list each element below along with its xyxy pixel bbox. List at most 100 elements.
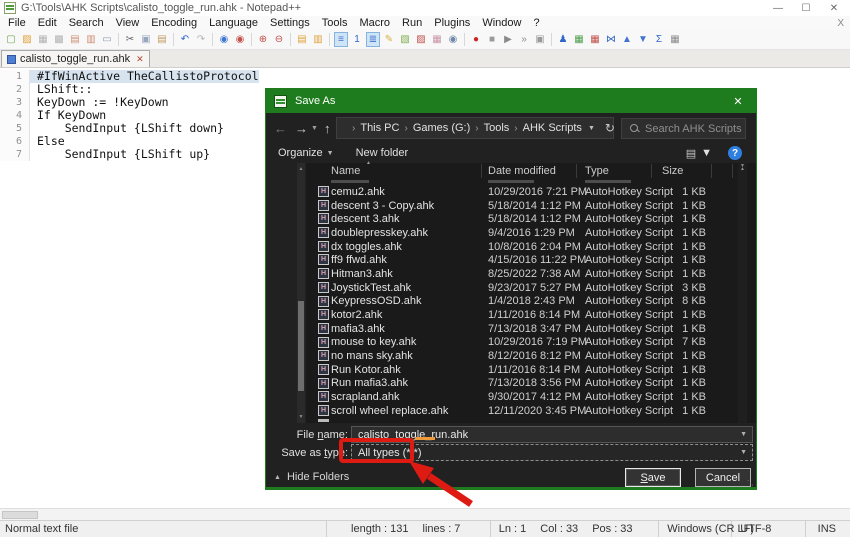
menu-item[interactable]: Language	[203, 17, 264, 29]
macro-record-icon[interactable]: ●	[469, 32, 483, 47]
word-wrap-icon[interactable]: ≡	[334, 32, 348, 47]
address-dropdown-icon[interactable]: ▼	[582, 125, 601, 132]
status-encoding[interactable]: UTF-8	[732, 521, 805, 537]
separator[interactable]	[329, 33, 330, 46]
zoom-in-icon[interactable]: ⊕	[256, 32, 270, 47]
save-as-type-select[interactable]: All types (*.*) ▼	[351, 444, 753, 461]
view-dropdown-icon[interactable]: ▼	[701, 147, 712, 159]
new-folder-button[interactable]: New folder	[356, 147, 409, 159]
file-row[interactable]: H KeypressOSD.ahk 1/4/2018 2:43 PM AutoH…	[306, 295, 738, 309]
user-language-icon[interactable]: ✎	[382, 32, 396, 47]
separator[interactable]	[212, 33, 213, 46]
navigation-pane-scrollbar[interactable]: ▲ ▼	[297, 163, 305, 423]
plugin-function-list-icon[interactable]: ♟	[556, 32, 570, 47]
minimize-button[interactable]: —	[764, 1, 792, 16]
chevron-down-icon[interactable]: ▼	[740, 449, 747, 456]
menu-item[interactable]: Settings	[264, 17, 316, 29]
find-icon[interactable]: ◉	[217, 32, 231, 47]
file-list-scrollbar[interactable]: ▲ ▼	[738, 163, 747, 423]
menu-item[interactable]: Run	[396, 17, 428, 29]
sync-horizontal-icon[interactable]: ▥	[311, 32, 325, 47]
column-header-name[interactable]: Name	[331, 165, 360, 177]
scroll-down-icon[interactable]: ▼	[738, 163, 747, 423]
file-row[interactable]: H scrapland.ahk 9/30/2017 4:12 PM AutoHo…	[306, 390, 738, 404]
tab-close-icon[interactable]: ✕	[136, 54, 144, 65]
breadcrumb-label[interactable]: Games (G:)	[413, 122, 470, 134]
refresh-icon[interactable]: ↻	[601, 121, 619, 135]
plugin-collapse-icon[interactable]: ▲	[620, 32, 634, 47]
plugin-sigma-icon[interactable]: Σ	[652, 32, 666, 47]
breadcrumb-segment[interactable]: › AHK Scripts	[509, 122, 582, 134]
breadcrumb-segment[interactable]: › Tools	[470, 122, 509, 134]
file-name-input[interactable]: calisto_toggle_run.ahk ▼	[351, 426, 753, 443]
separator[interactable]	[290, 33, 291, 46]
close-document-icon[interactable]: X	[837, 18, 844, 29]
menu-item[interactable]: ?	[527, 17, 545, 29]
details-view-icon[interactable]: ▤	[686, 147, 696, 160]
menu-item[interactable]: File	[2, 17, 32, 29]
menu-item[interactable]: Window	[476, 17, 527, 29]
macro-stop-icon[interactable]: ■	[485, 32, 499, 47]
menu-item[interactable]: Edit	[32, 17, 63, 29]
file-row[interactable]: H Run Kotor.ahk 1/11/2016 8:14 PM AutoHo…	[306, 363, 738, 377]
menu-item[interactable]: Plugins	[428, 17, 476, 29]
file-row[interactable]: H ff9 ffwd.ahk 4/15/2016 11:22 PM AutoHo…	[306, 253, 738, 267]
monitoring-icon[interactable]: ◉	[446, 32, 460, 47]
separator[interactable]	[464, 33, 465, 46]
replace-icon[interactable]: ◉	[233, 32, 247, 47]
navigation-pane[interactable]: ▲ ▼	[266, 163, 306, 423]
macro-save-icon[interactable]: ▣	[533, 32, 547, 47]
file-row[interactable]: H scroll wheel replace.ahk 12/11/2020 3:…	[306, 404, 738, 418]
file-row[interactable]: H descent 3 - Copy.ahk 5/18/2014 1:12 PM…	[306, 199, 738, 213]
breadcrumb-segment[interactable]: › This PC	[347, 122, 399, 134]
menu-item[interactable]: View	[110, 17, 146, 29]
file-row[interactable]: H cemu2.ahk 10/29/2016 7:21 PM AutoHotke…	[306, 185, 738, 199]
menu-item[interactable]: Search	[63, 17, 110, 29]
separator[interactable]	[118, 33, 119, 46]
indent-guide-icon[interactable]: ≣	[366, 32, 380, 47]
scroll-down-icon[interactable]: ▼	[297, 414, 305, 420]
print-icon[interactable]: ▭	[100, 32, 114, 47]
macro-run-multiple-icon[interactable]: »	[517, 32, 531, 47]
undo-icon[interactable]: ↶	[178, 32, 192, 47]
file-row[interactable]: H doublepresskey.ahk 9/4/2016 1:29 PM Au…	[306, 226, 738, 240]
breadcrumb-label[interactable]: This PC	[360, 122, 399, 134]
breadcrumb-label[interactable]: AHK Scripts	[523, 122, 582, 134]
status-eol-format[interactable]: Windows (CR LF)	[659, 521, 732, 537]
plugin-table-rgb-icon[interactable]: ▦	[668, 32, 682, 47]
status-insert-mode[interactable]: INS	[806, 521, 850, 537]
close-all-icon[interactable]: ▥	[84, 32, 98, 47]
file-row[interactable]: H Hitman3.ahk 8/25/2022 7:38 AM AutoHotk…	[306, 267, 738, 281]
cut-icon[interactable]: ✂	[123, 32, 137, 47]
plugin-expand-icon[interactable]: ▼	[636, 32, 650, 47]
recent-locations-icon[interactable]: ▼	[311, 125, 318, 132]
forward-icon[interactable]: →	[295, 121, 308, 136]
file-row[interactable]: H no mans sky.ahk 8/12/2016 8:12 PM Auto…	[306, 349, 738, 363]
plugin-join-icon[interactable]: ⋈	[604, 32, 618, 47]
separator[interactable]	[551, 33, 552, 46]
sync-vertical-icon[interactable]: ▤	[295, 32, 309, 47]
document-list-icon[interactable]: ▨	[414, 32, 428, 47]
address-bar[interactable]: › This PC › Games (G:) › Tools ›	[336, 117, 614, 139]
file-row[interactable]: H dx toggles.ahk 10/8/2016 2:04 PM AutoH…	[306, 240, 738, 254]
organize-button[interactable]: Organize▼	[278, 147, 334, 159]
breadcrumb-segment[interactable]: › Games (G:)	[399, 122, 470, 134]
column-header-size[interactable]: Size	[662, 165, 683, 177]
file-row[interactable]: H mouse to key.ahk 10/29/2016 7:19 PM Au…	[306, 336, 738, 350]
plugin-table-remove-icon[interactable]: ▦	[588, 32, 602, 47]
separator[interactable]	[251, 33, 252, 46]
macro-play-icon[interactable]: ▶	[501, 32, 515, 47]
tab-calisto-toggle-run[interactable]: calisto_toggle_run.ahk ✕	[1, 50, 150, 67]
redo-icon[interactable]: ↷	[194, 32, 208, 47]
help-icon[interactable]: ?	[728, 146, 742, 160]
paste-icon[interactable]: ▤	[155, 32, 169, 47]
plugin-table-add-icon[interactable]: ▦	[572, 32, 586, 47]
search-box[interactable]: Search AHK Scripts	[621, 118, 746, 139]
open-file-icon[interactable]: ▨	[20, 32, 34, 47]
file-row[interactable]: H kotor2.ahk 1/11/2016 8:14 PM AutoHotke…	[306, 308, 738, 322]
save-icon[interactable]: ▦	[36, 32, 50, 47]
close-button[interactable]: ✕	[820, 1, 848, 16]
file-row[interactable]: H JoystickTest.ahk 9/23/2017 5:27 PM Aut…	[306, 281, 738, 295]
column-header-type[interactable]: Type	[585, 165, 609, 177]
hide-folders-button[interactable]: ▲ Hide Folders	[274, 471, 349, 483]
